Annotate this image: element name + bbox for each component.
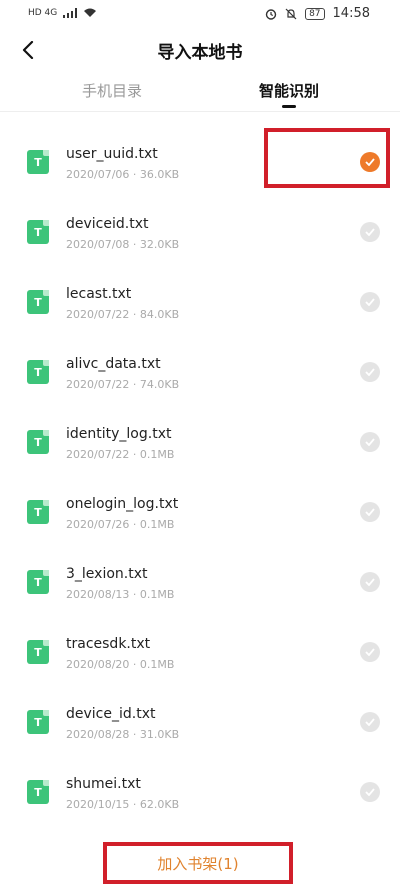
tab-smart-recognition[interactable]: 智能识别 (259, 80, 319, 101)
file-name: device_id.txt (66, 706, 156, 722)
checkmark-icon (365, 298, 375, 306)
txt-file-icon: T (27, 430, 49, 454)
checkmark-icon (365, 438, 375, 446)
file-name: alivc_data.txt (66, 356, 161, 372)
checkmark-icon (365, 368, 375, 376)
signal-icon (63, 8, 78, 18)
txt-file-icon: T (27, 290, 49, 314)
file-name: shumei.txt (66, 776, 141, 792)
add-to-bookshelf-button[interactable]: 加入书架(1) (103, 842, 293, 884)
wifi-icon (84, 8, 97, 17)
list-item[interactable]: T shumei.txt 2020/10/15 · 62.0KB (0, 758, 400, 828)
checkbox[interactable] (360, 222, 380, 242)
txt-file-icon: T (27, 360, 49, 384)
checkbox[interactable] (360, 292, 380, 312)
page-title: 导入本地书 (157, 43, 243, 63)
file-meta: 2020/07/26 · 0.1MB (66, 518, 175, 531)
txt-file-icon: T (27, 150, 49, 174)
tab-phone-directory[interactable]: 手机目录 (82, 80, 142, 101)
battery-indicator: 87 (305, 7, 325, 20)
file-name: identity_log.txt (66, 426, 172, 442)
status-bar: HD 4G 87 14:58 (0, 0, 400, 28)
file-meta: 2020/07/08 · 32.0KB (66, 238, 180, 251)
network-indicator: HD 4G (28, 8, 58, 18)
checkbox[interactable] (360, 572, 380, 592)
checkbox[interactable] (360, 362, 380, 382)
checkmark-icon (365, 228, 375, 236)
file-meta: 2020/07/22 · 84.0KB (66, 308, 180, 321)
file-name: deviceid.txt (66, 216, 149, 232)
file-meta: 2020/07/22 · 74.0KB (66, 378, 180, 391)
checkmark-icon (365, 648, 375, 656)
file-meta: 2020/08/28 · 31.0KB (66, 728, 180, 741)
file-meta: 2020/08/13 · 0.1MB (66, 588, 175, 601)
alarm-icon (265, 8, 277, 20)
file-name: onelogin_log.txt (66, 496, 179, 512)
checkbox[interactable] (360, 712, 380, 732)
app-header: 导入本地书 (0, 28, 400, 72)
txt-file-icon: T (27, 710, 49, 734)
file-meta: 2020/10/15 · 62.0KB (66, 798, 180, 811)
system-status: 87 14:58 (265, 6, 370, 21)
annotation-highlight-box (264, 128, 390, 188)
checkmark-icon (365, 508, 375, 516)
file-meta: 2020/08/20 · 0.1MB (66, 658, 175, 671)
file-meta: 2020/07/22 · 0.1MB (66, 448, 175, 461)
txt-file-icon: T (27, 640, 49, 664)
list-item[interactable]: T onelogin_log.txt 2020/07/26 · 0.1MB (0, 478, 400, 548)
network-status: HD 4G (28, 8, 97, 18)
checkbox[interactable] (360, 782, 380, 802)
mute-bell-icon (285, 8, 297, 19)
list-item[interactable]: T lecast.txt 2020/07/22 · 84.0KB (0, 268, 400, 338)
txt-file-icon: T (27, 570, 49, 594)
tab-bar: 手机目录 智能识别 (0, 72, 400, 112)
active-tab-indicator (282, 105, 296, 108)
file-meta: 2020/07/06 · 36.0KB (66, 168, 180, 181)
checkbox[interactable] (360, 502, 380, 522)
file-name: user_uuid.txt (66, 146, 158, 162)
file-name: lecast.txt (66, 286, 132, 302)
checkmark-icon (365, 578, 375, 586)
checkbox[interactable] (360, 432, 380, 452)
list-item[interactable]: T 3_lexion.txt 2020/08/13 · 0.1MB (0, 548, 400, 618)
list-item[interactable]: T tracesdk.txt 2020/08/20 · 0.1MB (0, 618, 400, 688)
txt-file-icon: T (27, 780, 49, 804)
checkmark-icon (365, 718, 375, 726)
file-name: tracesdk.txt (66, 636, 151, 652)
list-item[interactable]: T identity_log.txt 2020/07/22 · 0.1MB (0, 408, 400, 478)
clock: 14:58 (332, 6, 370, 21)
list-item[interactable]: T alivc_data.txt 2020/07/22 · 74.0KB (0, 338, 400, 408)
txt-file-icon: T (27, 500, 49, 524)
checkmark-icon (365, 788, 375, 796)
txt-file-icon: T (27, 220, 49, 244)
file-name: 3_lexion.txt (66, 566, 148, 582)
checkbox[interactable] (360, 642, 380, 662)
list-item[interactable]: T device_id.txt 2020/08/28 · 31.0KB (0, 688, 400, 758)
list-item[interactable]: T deviceid.txt 2020/07/08 · 32.0KB (0, 198, 400, 268)
